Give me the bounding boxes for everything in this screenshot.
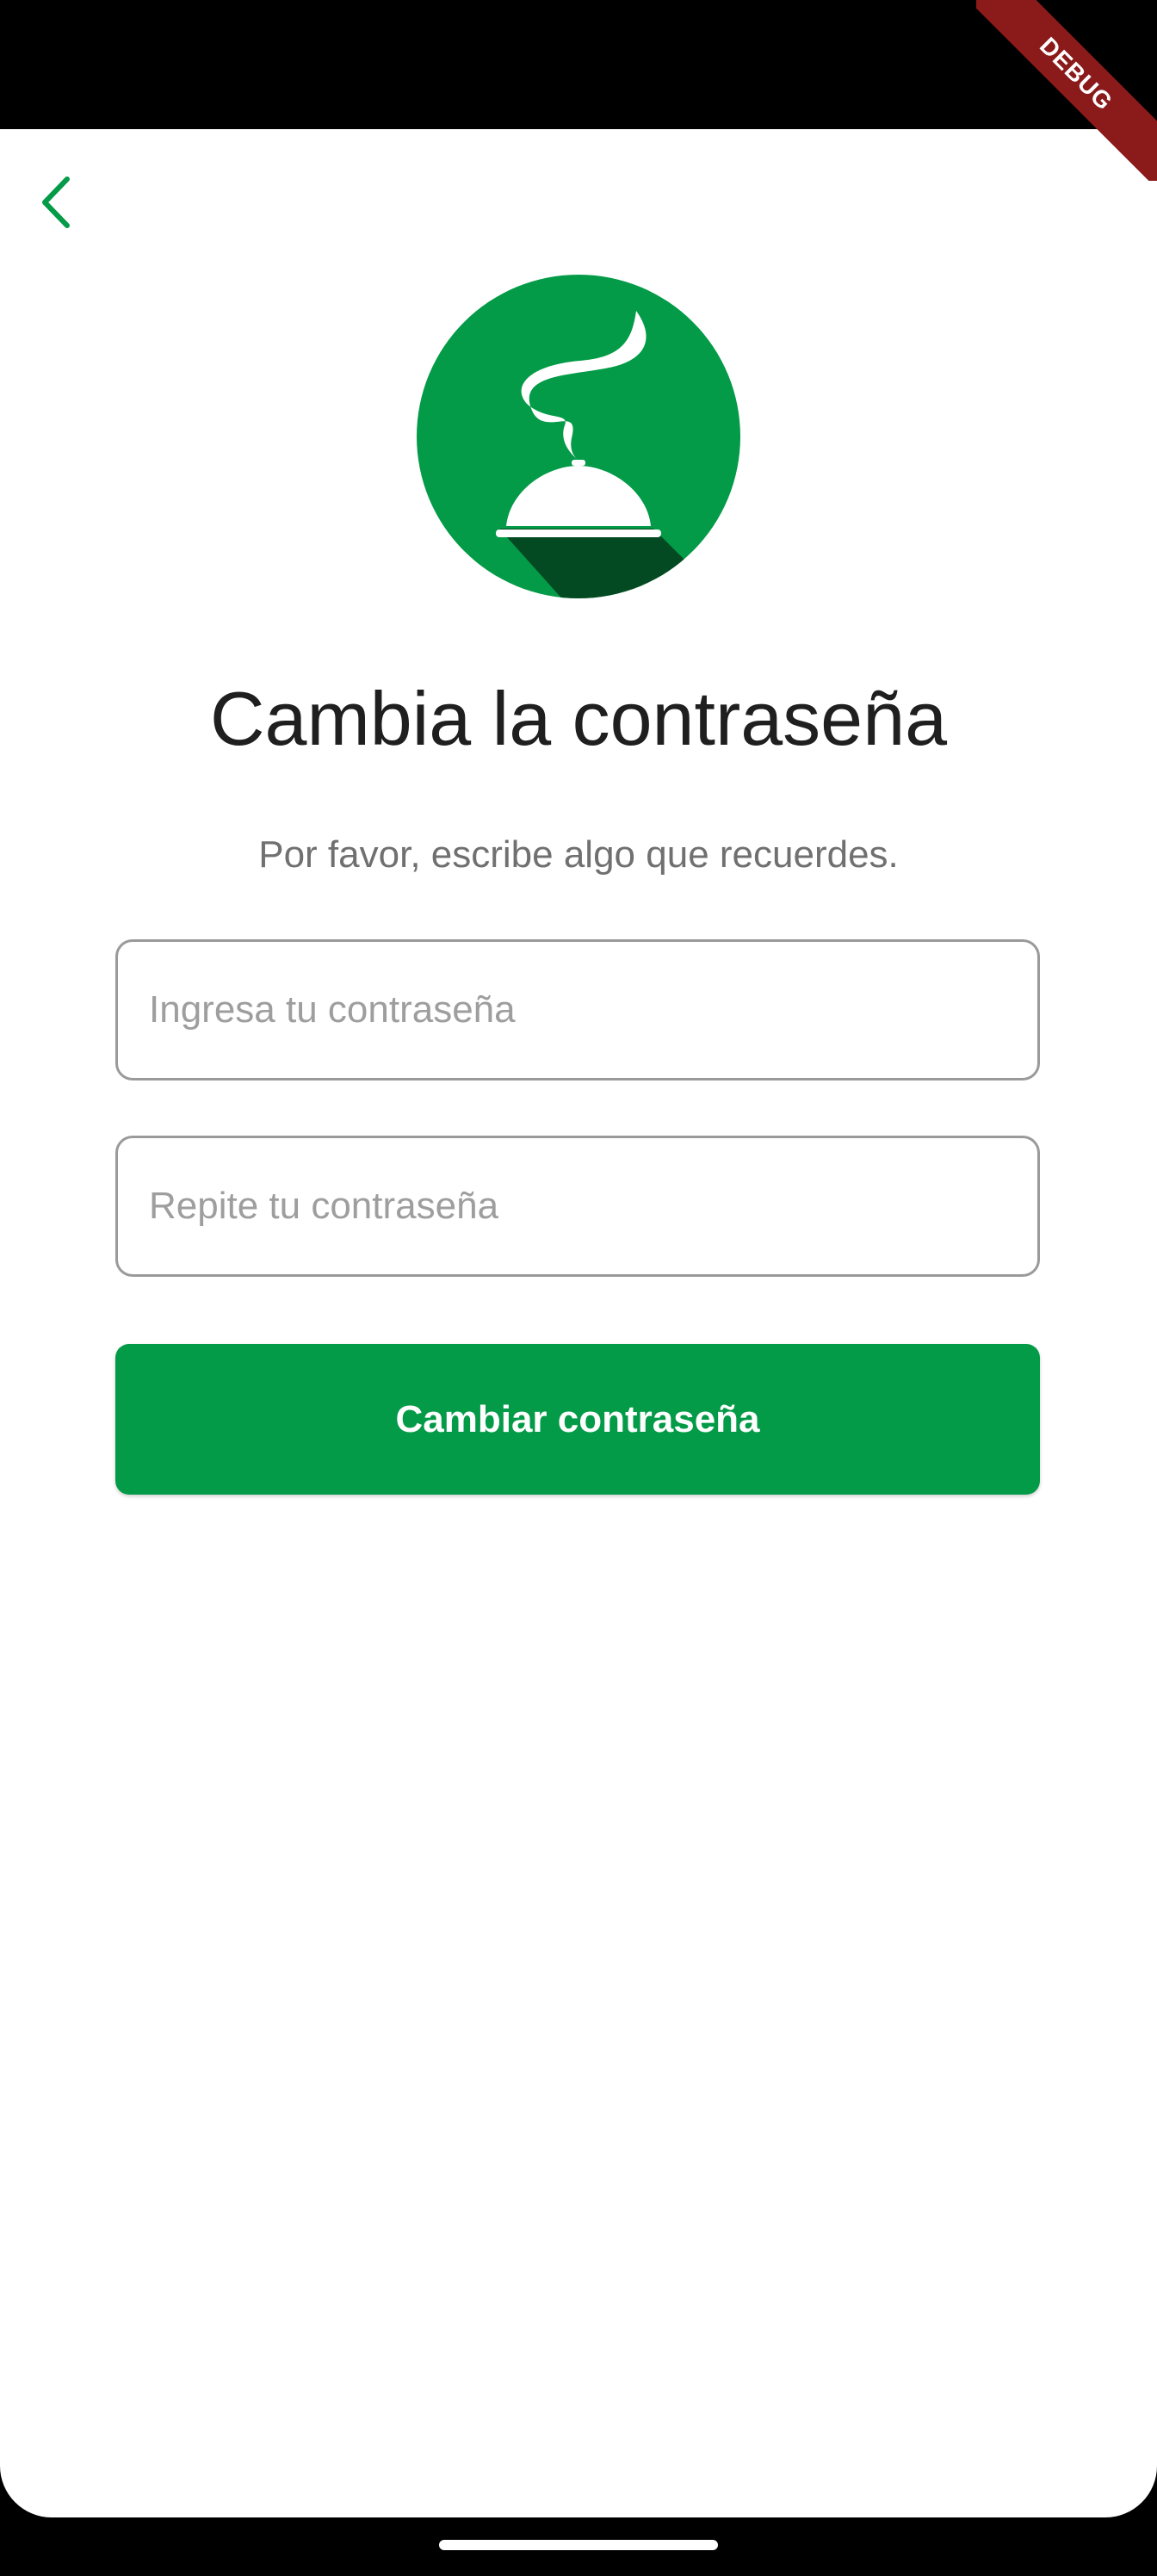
password-field[interactable] <box>115 939 1040 1081</box>
home-indicator[interactable] <box>439 2540 718 2550</box>
chevron-left-icon <box>42 176 70 228</box>
page-subtitle: Por favor, escribe algo que recuerdes. <box>258 833 899 876</box>
app-logo <box>417 275 740 598</box>
serving-cloche-icon <box>417 275 740 598</box>
back-button[interactable] <box>26 159 88 245</box>
password-input[interactable] <box>118 942 1037 1078</box>
change-password-button[interactable]: Cambiar contraseña <box>115 1344 1040 1495</box>
page-title: Cambia la contraseña <box>209 676 948 761</box>
confirm-password-field[interactable] <box>115 1136 1040 1277</box>
status-bar <box>0 0 1157 129</box>
confirm-password-input[interactable] <box>118 1138 1037 1274</box>
phone-screen: Cambia la contraseña Por favor, escribe … <box>0 0 1157 2576</box>
